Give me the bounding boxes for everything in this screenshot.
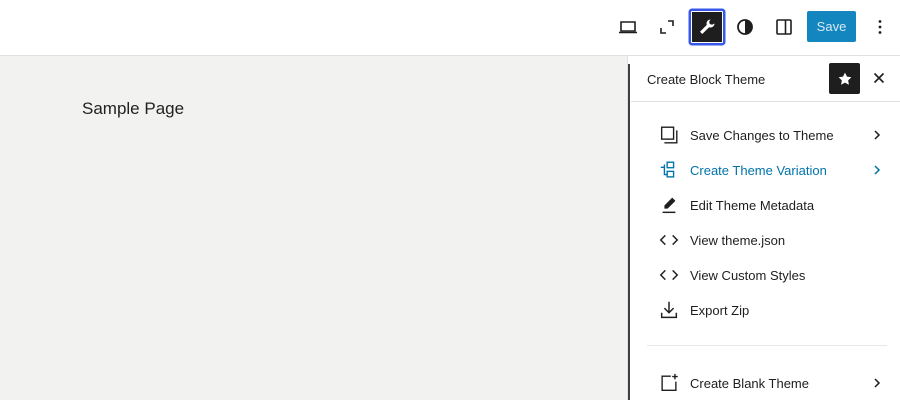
create-block-theme-panel: Create Block Theme Save Changes to Theme…: [631, 56, 900, 400]
menu-separator: [647, 345, 887, 346]
close-icon: [873, 72, 885, 84]
styles-button[interactable]: [728, 10, 762, 44]
chevron-right-icon: [869, 127, 885, 143]
chevron-right-icon: [869, 162, 885, 178]
menu-item-create-blank-theme[interactable]: Create Blank Theme: [647, 368, 887, 398]
device-preview-button[interactable]: [611, 10, 645, 44]
editor-toolbar: Save: [0, 0, 900, 56]
menu-item-label: View Custom Styles: [690, 267, 806, 283]
star-icon: [838, 72, 851, 85]
download-icon: [657, 298, 681, 322]
page-title[interactable]: Sample Page: [82, 99, 184, 119]
menu-item-label: Save Changes to Theme: [690, 127, 834, 143]
menu-item-label: Create Blank Theme: [690, 375, 809, 391]
panel-header: Create Block Theme: [631, 56, 900, 102]
menu-item-label: Edit Theme Metadata: [690, 197, 815, 213]
sidebar-icon: [776, 19, 792, 35]
menu-item-save-changes[interactable]: Save Changes to Theme: [647, 120, 887, 150]
desktop-icon: [619, 21, 637, 34]
menu-item-label: Create Theme Variation: [690, 162, 827, 178]
menu-item-label: View theme.json: [690, 232, 786, 248]
save-button[interactable]: Save: [807, 11, 856, 42]
create-block-theme-button[interactable]: [689, 9, 725, 45]
fullscreen-icon: [660, 20, 674, 34]
menu-item-export-zip[interactable]: Export Zip: [647, 295, 887, 325]
menu-item-label: Export Zip: [690, 302, 750, 318]
chevron-right-icon: [869, 375, 885, 391]
code-icon: [657, 263, 681, 287]
options-button[interactable]: [863, 10, 897, 44]
pencil-icon: [657, 193, 681, 217]
editor-canvas[interactable]: Sample Page: [0, 56, 627, 400]
contrast-icon: [737, 19, 753, 35]
wrench-icon: [700, 19, 715, 34]
settings-sidebar-button[interactable]: [767, 10, 801, 44]
fullscreen-button[interactable]: [650, 10, 684, 44]
menu-item-edit-metadata[interactable]: Edit Theme Metadata: [647, 190, 887, 220]
code-icon: [657, 228, 681, 252]
menu-item-view-custom-styles[interactable]: View Custom Styles: [647, 260, 887, 290]
more-vertical-icon: [878, 20, 882, 34]
copy-icon: [657, 123, 681, 147]
close-button[interactable]: [869, 68, 889, 88]
menu-item-view-theme-json[interactable]: View theme.json: [647, 225, 887, 255]
add-template-icon: [657, 371, 681, 395]
variation-icon: [657, 158, 681, 182]
menu-item-create-variation[interactable]: Create Theme Variation: [647, 155, 887, 185]
pin-button[interactable]: [829, 63, 860, 94]
panel-title: Create Block Theme: [647, 72, 766, 87]
